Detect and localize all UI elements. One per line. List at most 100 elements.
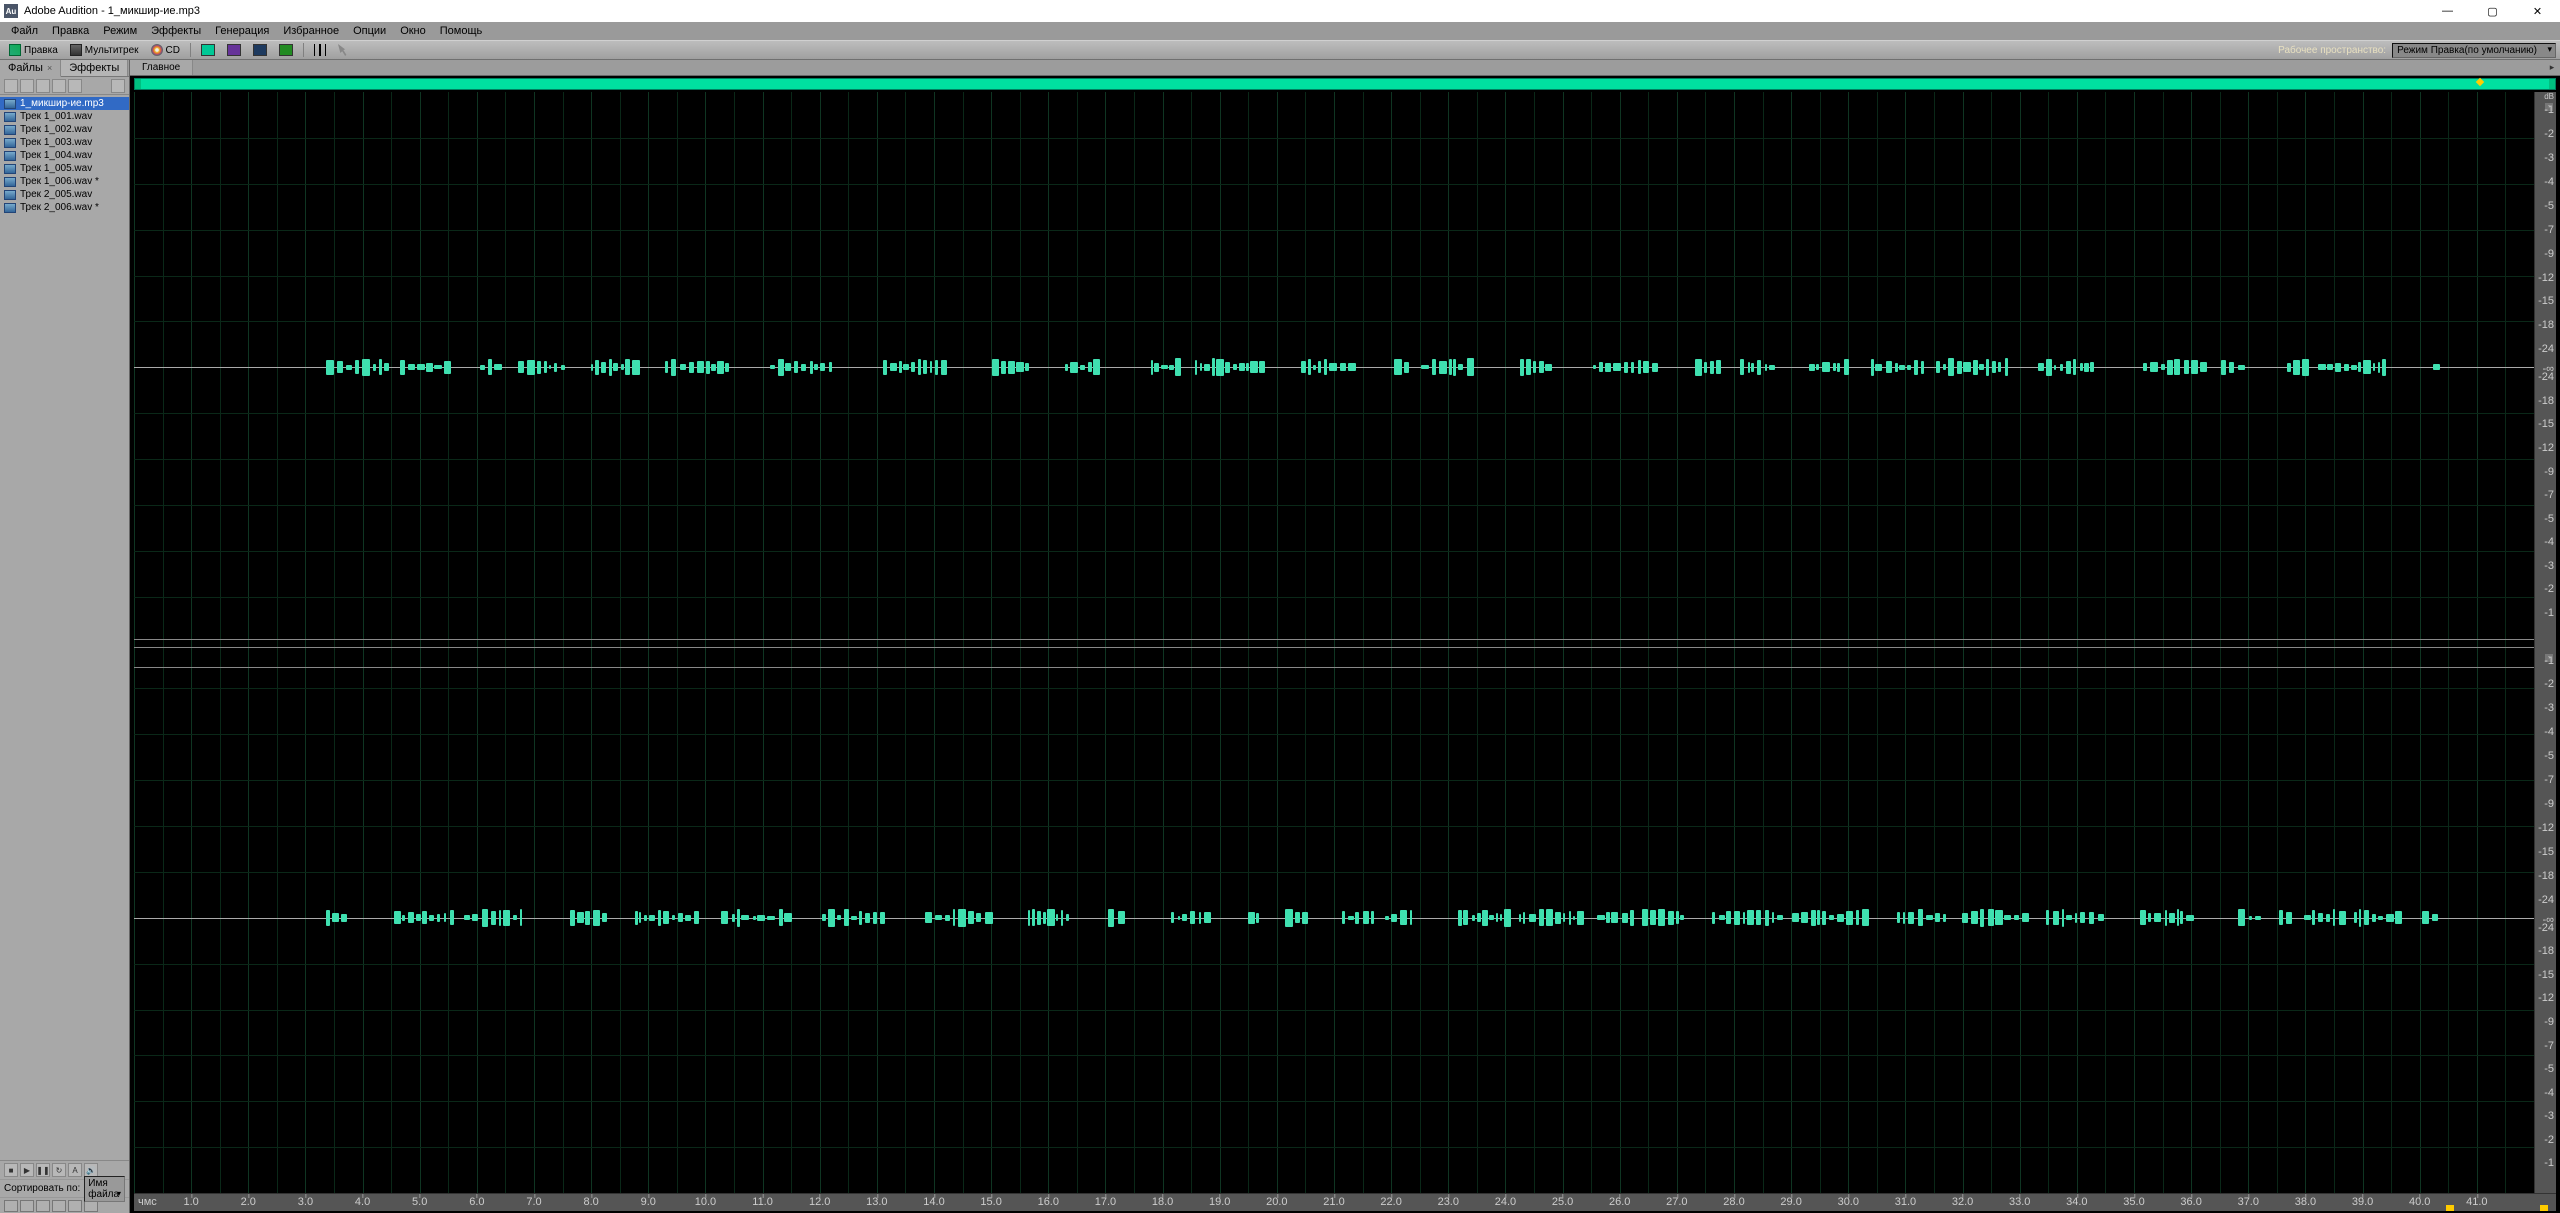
workspace-dropdown[interactable]: Режим Правка(по умолчанию): [2392, 43, 2556, 58]
view-marker-button[interactable]: [68, 1200, 82, 1212]
file-list[interactable]: 1_микшир-ие.mp3Трек 1_001.wavТрек 1_002.…: [0, 95, 129, 1160]
view-thumb-button[interactable]: [36, 1200, 50, 1212]
waveform-area: dB--1-2-3-4-5-7-9-12-15-18-24-∞-24-18-15…: [134, 92, 2556, 1193]
time-tick-label: 24.0: [1495, 1196, 1516, 1208]
time-tick-label: 32.0: [1952, 1196, 1973, 1208]
playhead-marker-icon[interactable]: [2446, 1205, 2454, 1211]
navigator-handle-left[interactable]: [135, 79, 141, 89]
audio-file-icon: [4, 138, 16, 148]
window-controls: — ▢ ✕: [2425, 0, 2560, 22]
preview-auto-button[interactable]: A: [68, 1163, 82, 1177]
close-file-button[interactable]: [20, 79, 34, 93]
db-tick-label: -5: [2544, 513, 2554, 525]
audio-file-icon: [4, 190, 16, 200]
file-item[interactable]: Трек 1_001.wav: [0, 110, 129, 123]
preview-pause-button[interactable]: ❚❚: [36, 1163, 50, 1177]
db-tick-label: -18: [2538, 395, 2554, 407]
file-item[interactable]: Трек 1_002.wav: [0, 123, 129, 136]
color-swatch-icon: [227, 44, 241, 56]
view-detail-button[interactable]: [20, 1200, 34, 1212]
menu-генерация[interactable]: Генерация: [208, 24, 276, 38]
navigator-marker[interactable]: [2475, 79, 2485, 87]
editor-tabs: Главное ▸: [130, 60, 2560, 76]
view-teal-button[interactable]: [196, 42, 220, 58]
time-ruler[interactable]: чмс 1.02.03.04.05.06.07.08.09.010.011.01…: [134, 1193, 2556, 1211]
close-button[interactable]: ✕: [2515, 0, 2560, 22]
file-name-label: Трек 1_003.wav: [20, 137, 92, 148]
options-button[interactable]: [68, 79, 82, 93]
view-green-button[interactable]: [274, 42, 298, 58]
time-tick-label: 7.0: [526, 1196, 541, 1208]
db-tick-label: -12: [2538, 992, 2554, 1004]
db-tick-label: -18: [2538, 319, 2554, 331]
menu-окно[interactable]: Окно: [393, 24, 433, 38]
file-item[interactable]: Трек 1_003.wav: [0, 136, 129, 149]
time-tick-label: 6.0: [469, 1196, 484, 1208]
menu-эффекты[interactable]: Эффекты: [144, 24, 208, 38]
time-tick-label: 31.0: [1895, 1196, 1916, 1208]
db-tick-label: -7: [2544, 774, 2554, 786]
view-purple-button[interactable]: [222, 42, 246, 58]
preview-stop-button[interactable]: ■: [4, 1163, 18, 1177]
db-tick-label: -15: [2538, 295, 2554, 307]
panel-tab-0[interactable]: Файлы ×: [0, 60, 61, 77]
close-icon[interactable]: ×: [47, 63, 52, 73]
pointer-icon: [338, 44, 350, 56]
insert-button[interactable]: [36, 79, 50, 93]
panel-menu-button[interactable]: [111, 79, 125, 93]
sort-row: Сортировать по: Имя файла: [0, 1179, 129, 1197]
maximize-button[interactable]: ▢: [2470, 0, 2515, 22]
menu-опции[interactable]: Опции: [346, 24, 393, 38]
preview-loop-button[interactable]: ↻: [52, 1163, 66, 1177]
db-tick-label: -24: [2538, 894, 2554, 906]
editor-tab-main[interactable]: Главное: [130, 60, 193, 75]
db-tick-label: -3: [2544, 1110, 2554, 1122]
file-item[interactable]: 1_микшир-ие.mp3: [0, 97, 129, 110]
edit-file-button[interactable]: [52, 79, 66, 93]
menu-файл[interactable]: Файл: [4, 24, 45, 38]
db-tick-label: -7: [2544, 489, 2554, 501]
waveform-canvas[interactable]: [134, 92, 2534, 1193]
mode-cd-button[interactable]: CD: [146, 42, 185, 58]
editor-tabs-menu-button[interactable]: ▸: [2544, 60, 2560, 75]
time-tick-label: 14.0: [923, 1196, 944, 1208]
minimize-button[interactable]: —: [2425, 0, 2470, 22]
tool-ibeam-button[interactable]: [309, 42, 331, 58]
db-tick-label: -1: [2544, 1157, 2554, 1169]
menu-правка[interactable]: Правка: [45, 24, 96, 38]
time-unit-label: чмс: [138, 1196, 157, 1208]
file-item[interactable]: Трек 1_005.wav: [0, 162, 129, 175]
db-tick-label: -3: [2544, 560, 2554, 572]
menu-помощь[interactable]: Помощь: [433, 24, 490, 38]
zoom-handle-icon[interactable]: [2540, 1205, 2548, 1211]
file-item[interactable]: Трек 2_006.wav *: [0, 201, 129, 214]
preview-play-button[interactable]: ▶: [20, 1163, 34, 1177]
file-item[interactable]: Трек 1_006.wav *: [0, 175, 129, 188]
menu-избранное[interactable]: Избранное: [276, 24, 346, 38]
view-list-button[interactable]: [4, 1200, 18, 1212]
db-tick-label: -9: [2544, 248, 2554, 260]
db-tick-label: -12: [2538, 822, 2554, 834]
file-item[interactable]: Трек 2_005.wav: [0, 188, 129, 201]
tool-pointer-button[interactable]: [333, 42, 355, 58]
time-tick-label: 35.0: [2123, 1196, 2144, 1208]
time-tick-label: 11.0: [752, 1196, 773, 1208]
import-button[interactable]: [4, 79, 18, 93]
panel-tab-1[interactable]: Эффекты: [61, 60, 128, 76]
mode-multitrack-button[interactable]: Мультитрек: [65, 42, 144, 58]
navigator-handle-right[interactable]: [2549, 79, 2555, 89]
view-navy-button[interactable]: [248, 42, 272, 58]
mode-edit-button[interactable]: Правка: [4, 42, 63, 58]
menu-режим[interactable]: Режим: [96, 24, 144, 38]
files-panel-toolbar: [0, 77, 129, 95]
sort-dropdown[interactable]: Имя файла: [84, 1176, 125, 1202]
navigator-bar[interactable]: [134, 78, 2556, 90]
panel-tab-label: Файлы: [8, 62, 43, 74]
time-tick-label: 41.0: [2466, 1196, 2487, 1208]
db-tick-label: -4: [2544, 536, 2554, 548]
file-item[interactable]: Трек 1_004.wav: [0, 149, 129, 162]
file-name-label: Трек 2_006.wav *: [20, 202, 99, 213]
db-tick-label: -5: [2544, 750, 2554, 762]
view-info-button[interactable]: [52, 1200, 66, 1212]
db-tick-label: -15: [2538, 846, 2554, 858]
